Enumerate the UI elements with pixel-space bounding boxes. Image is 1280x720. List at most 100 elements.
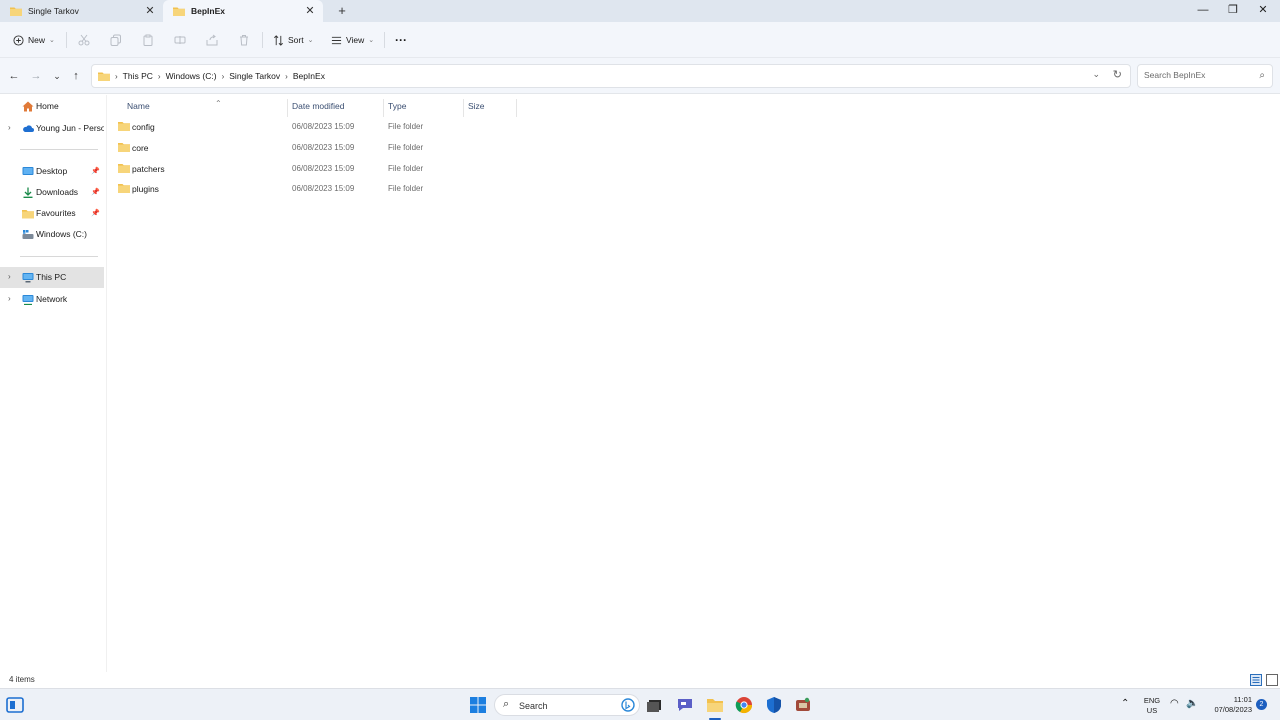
breadcrumb-bepinex[interactable]: BepInEx [293,71,325,81]
sidebar-item-windows-c[interactable]: Windows (C:) [0,224,104,245]
chevron-right-icon: › [115,71,118,81]
close-window-button[interactable]: ✕ [1248,0,1278,22]
up-button[interactable]: ↑ [68,68,84,84]
view-button[interactable]: View ⌄ [331,31,374,49]
file-name: core [132,143,149,153]
pin-icon[interactable]: 📌 [91,167,100,175]
taskbar: ⌕ Search ⌃ ENG US ◠ 🔈 11:01 07/08/2023 2 [0,688,1280,720]
close-tab-icon[interactable]: ✕ [303,4,317,18]
folder-icon [118,143,130,152]
new-label: New [28,35,46,45]
download-icon [23,187,33,198]
sidebar-item-desktop[interactable]: Desktop 📌 [0,161,104,182]
file-type: File folder [388,122,424,131]
large-icons-view-button[interactable] [1266,674,1278,686]
speaker-icon[interactable]: 🔈 [1186,698,1198,709]
home-icon [22,101,34,112]
file-row[interactable]: patchers 06/08/2023 15:09 File folder [116,158,616,178]
chevron-right-icon[interactable]: › [8,294,11,303]
widgets-icon[interactable] [6,696,24,714]
file-row[interactable]: core 06/08/2023 15:09 File folder [116,137,616,157]
clock-time[interactable]: 11:01 [1206,695,1252,704]
pane-splitter[interactable] [106,95,107,672]
refresh-icon[interactable]: ↻ [1113,68,1122,81]
address-row: ← → ⌄ ↑ › This PC › Windows (C:) › Singl… [0,58,1280,94]
chevron-down-icon: ⌄ [49,37,55,44]
task-view-icon[interactable] [646,696,664,714]
new-tab-button[interactable]: + [334,2,350,20]
chevron-right-icon[interactable]: › [8,272,11,281]
notification-badge[interactable]: 2 [1256,699,1267,710]
delete-button[interactable] [238,31,250,49]
sidebar-item-home[interactable]: Home [0,96,104,117]
sidebar-item-downloads[interactable]: Downloads 📌 [0,182,104,203]
sidebar-item-network[interactable]: › Network [0,289,104,310]
back-button[interactable]: ← [6,68,22,84]
close-tab-icon[interactable]: ✕ [143,4,157,18]
details-view-button[interactable] [1250,674,1262,686]
folder-icon [98,72,110,81]
arrow-right-icon: → [30,70,42,82]
show-hidden-icons-chevron-icon[interactable]: ⌃ [1121,698,1129,709]
breadcrumb-windows-c[interactable]: Windows (C:) [166,71,217,81]
column-header-size[interactable]: Size [464,99,517,117]
input-language[interactable]: ENG [1141,696,1163,705]
sidebar-item-onedrive[interactable]: › Young Jun - Personal [0,118,104,139]
column-header-date[interactable]: Date modified [288,99,384,117]
file-explorer-icon[interactable] [706,696,724,714]
sidebar-item-favourites[interactable]: Favourites 📌 [0,203,104,224]
tab-label: BepInEx [191,6,226,16]
column-header-name[interactable]: Name ⌃ [123,99,288,117]
navigation-pane: Home › Young Jun - Personal Desktop 📌 Do… [0,95,106,672]
address-history-chevron-icon[interactable]: ⌄ [1092,69,1100,80]
computer-icon [22,273,34,283]
taskbar-search[interactable]: ⌕ Search [494,694,640,716]
tab-bepinex[interactable]: BepInEx ✕ [163,0,323,22]
clock-date[interactable]: 07/08/2023 [1206,705,1252,714]
cut-button[interactable] [78,31,90,49]
taskbar-search-label: Search [519,701,548,711]
chevron-right-icon[interactable]: › [158,72,161,81]
chevron-right-icon[interactable]: › [8,123,11,132]
maximize-button[interactable]: ❐ [1218,0,1248,22]
wifi-icon[interactable]: ◠ [1170,698,1179,709]
minimize-button[interactable]: — [1188,0,1218,22]
security-shield-icon[interactable] [765,696,783,714]
folder-icon [10,7,22,16]
file-row[interactable]: config 06/08/2023 15:09 File folder [116,116,616,136]
recent-locations-button[interactable]: ⌄ [49,68,65,84]
sidebar-item-label: Young Jun - Personal [36,123,104,133]
start-icon[interactable] [469,696,487,714]
chevron-right-icon[interactable]: › [285,72,288,81]
share-button[interactable] [206,31,218,49]
sidebar-item-this-pc[interactable]: › This PC [0,267,104,288]
chevron-down-icon: ⌄ [368,37,375,44]
teams-chat-icon[interactable] [676,696,694,714]
more-icon: ··· [395,33,407,47]
breadcrumb: › This PC › Windows (C:) › Single Tarkov… [98,65,325,87]
sort-button[interactable]: Sort ⌄ [273,31,313,49]
chrome-icon[interactable] [735,696,753,714]
chevron-right-icon[interactable]: › [222,72,225,81]
divider [262,32,263,48]
more-options-button[interactable]: ··· [395,31,407,49]
forward-button[interactable]: → [28,68,44,84]
tab-single-tarkov[interactable]: Single Tarkov ✕ [0,0,163,22]
input-region[interactable]: US [1141,706,1163,715]
search-box[interactable]: ⌕ [1137,64,1273,88]
rename-button[interactable] [174,31,186,49]
pin-icon[interactable]: 📌 [91,209,100,217]
game-launcher-icon[interactable] [794,696,812,714]
pin-icon[interactable]: 📌 [91,188,100,196]
breadcrumb-single-tarkov[interactable]: Single Tarkov [229,71,280,81]
column-header-type[interactable]: Type [384,99,464,117]
search-input[interactable] [1144,70,1254,80]
file-row[interactable]: plugins 06/08/2023 15:09 File folder [116,178,616,198]
breadcrumb-this-pc[interactable]: This PC [123,71,153,81]
divider [66,32,67,48]
new-button[interactable]: New ⌄ [13,31,55,49]
paste-button[interactable] [142,31,154,49]
address-bar[interactable]: › This PC › Windows (C:) › Single Tarkov… [91,64,1131,88]
details-view-icon [1252,677,1260,683]
copy-button[interactable] [110,31,122,49]
